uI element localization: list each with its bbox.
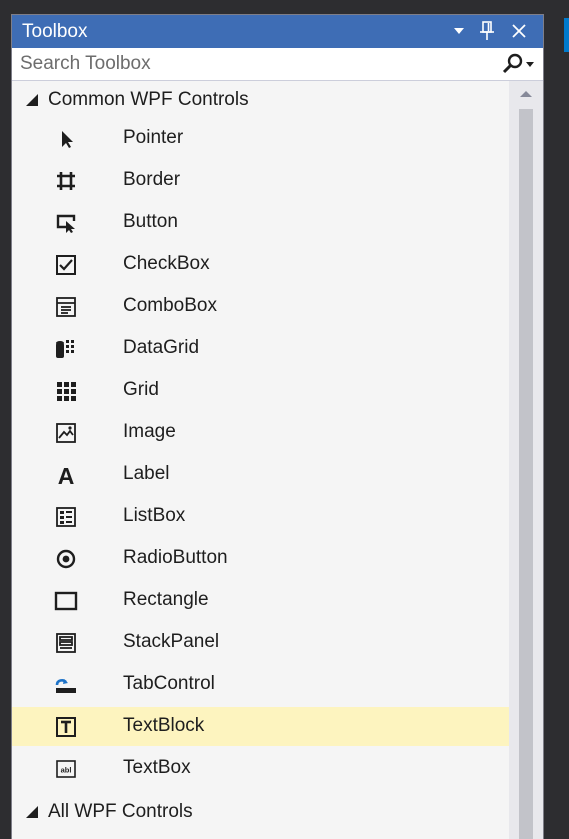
radiobutton-icon (54, 547, 78, 571)
auto-hide-button[interactable] (476, 17, 498, 45)
item-label: Border (123, 169, 181, 190)
title-bar[interactable]: Toolbox (12, 15, 543, 48)
toolbox-item-textbox[interactable]: abl TextBox (12, 749, 509, 788)
svg-text:abl: abl (61, 766, 72, 775)
toolbox-item-pointer[interactable]: Pointer (12, 119, 509, 158)
tabcontrol-icon (54, 673, 78, 697)
toolbox-item-tabcontrol[interactable]: TabControl (12, 665, 509, 704)
item-label: StackPanel (123, 631, 220, 652)
toolbox-item-grid[interactable]: Grid (12, 371, 509, 410)
datagrid-icon (54, 337, 78, 361)
toolbox-item-button[interactable]: Button (12, 203, 509, 242)
item-label: ComboBox (123, 295, 217, 316)
item-label: TextBox (123, 757, 191, 778)
toolbox-item-checkbox[interactable]: CheckBox (12, 245, 509, 284)
close-icon (512, 24, 526, 38)
dropdown-arrow-icon (454, 28, 464, 34)
toolbox-panel: Toolbox Search Toolbox Common WPF Contro… (11, 14, 544, 839)
toolbox-title: Toolbox (22, 21, 88, 42)
expanded-arrow-icon (26, 94, 38, 106)
toolbox-item-radiobutton[interactable]: RadioButton (12, 539, 509, 578)
toolbox-item-label[interactable]: A Label (12, 455, 509, 494)
item-label: ListBox (123, 505, 186, 526)
adjacent-window-edge (556, 0, 569, 839)
label-icon: A (54, 463, 78, 487)
toolbox-window: Toolbox Search Toolbox Common WPF Contro… (0, 0, 556, 839)
search-button[interactable] (496, 50, 540, 78)
toolbox-item-datagrid[interactable]: DataGrid (12, 329, 509, 368)
search-bar (12, 48, 543, 81)
toolbox-item-border[interactable]: Border (12, 161, 509, 200)
svg-text:A: A (58, 464, 75, 486)
item-label: Pointer (123, 127, 184, 148)
adjacent-tab-edge (564, 18, 569, 52)
grid-icon (54, 379, 78, 403)
checkbox-icon (54, 253, 78, 277)
item-label: Label (123, 463, 170, 484)
group-label: Common WPF Controls (48, 89, 249, 110)
window-position-button[interactable] (448, 17, 470, 45)
image-icon (54, 421, 78, 445)
listbox-icon (54, 505, 78, 529)
item-label: Grid (123, 379, 159, 400)
toolbox-list: Common WPF Controls Pointer Border Butto… (12, 81, 509, 839)
toolbox-item-image[interactable]: Image (12, 413, 509, 452)
group-label: All WPF Controls (48, 801, 193, 822)
item-label: DataGrid (123, 337, 200, 358)
item-label: CheckBox (123, 253, 210, 274)
item-label: TextBlock (123, 715, 205, 736)
toolbox-item-combobox[interactable]: ComboBox (12, 287, 509, 326)
search-input[interactable] (12, 48, 492, 80)
scroll-up-button[interactable] (509, 81, 543, 107)
search-icon (502, 53, 534, 74)
toolbox-item-listbox[interactable]: ListBox (12, 497, 509, 536)
item-label: Button (123, 211, 178, 232)
expanded-arrow-icon (26, 806, 38, 818)
rectangle-icon (54, 589, 78, 613)
textblock-icon (54, 715, 78, 739)
border-icon (54, 169, 78, 193)
textbox-icon: abl (54, 757, 78, 781)
stackpanel-icon (54, 631, 78, 655)
group-header-all-wpf-controls[interactable]: All WPF Controls (12, 793, 509, 831)
toolbox-item-rectangle[interactable]: Rectangle (12, 581, 509, 620)
close-button[interactable] (504, 17, 534, 45)
combobox-icon (54, 295, 78, 319)
item-label: TabControl (123, 673, 215, 694)
pin-icon (480, 21, 494, 40)
vertical-scrollbar[interactable] (509, 81, 543, 839)
item-label: RadioButton (123, 547, 228, 568)
group-header-common-wpf-controls[interactable]: Common WPF Controls (12, 81, 509, 119)
toolbox-item-stackpanel[interactable]: StackPanel (12, 623, 509, 662)
scroll-thumb[interactable] (519, 109, 533, 839)
button-icon (54, 211, 78, 235)
item-label: Image (123, 421, 176, 442)
scroll-up-arrow-icon (520, 91, 532, 97)
item-label: Rectangle (123, 589, 209, 610)
toolbox-item-textblock[interactable]: TextBlock (12, 707, 509, 746)
pointer-icon (54, 127, 78, 151)
